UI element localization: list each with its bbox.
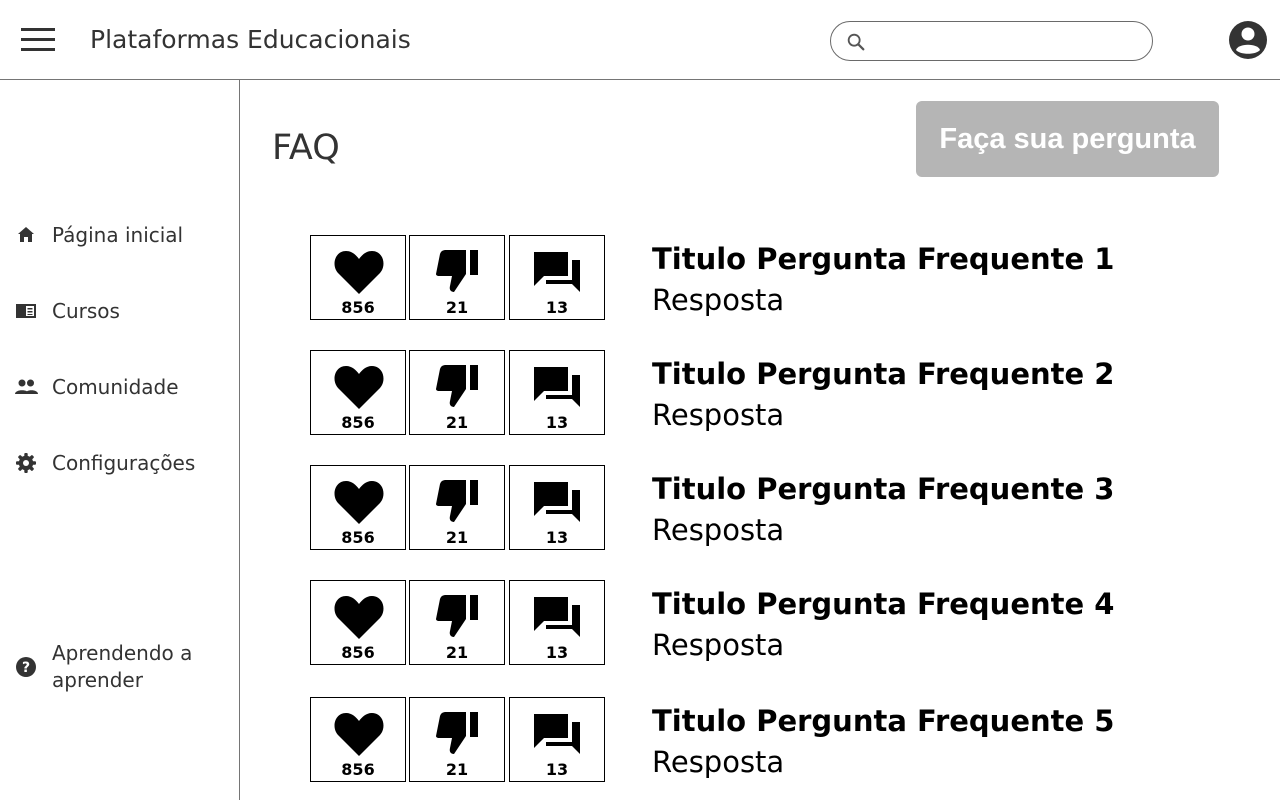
people-icon <box>12 373 40 401</box>
sidebar-item-learning[interactable]: ? Aprendendo a aprender <box>12 637 232 697</box>
app-title: Plataformas Educacionais <box>90 25 411 54</box>
faq-answer: Resposta <box>652 283 785 317</box>
search-icon <box>847 33 865 51</box>
faq-item: 856 21 13 Titulo Pergunta Frequente 1 Re… <box>310 235 1210 321</box>
dislike-button[interactable]: 21 <box>409 580 505 665</box>
comments-button[interactable]: 13 <box>509 465 605 550</box>
like-button[interactable]: 856 <box>310 697 406 782</box>
faq-title[interactable]: Titulo Pergunta Frequente 2 <box>652 354 1114 394</box>
faq-item: 856 21 13 Titulo Pergunta Frequente 3 Re… <box>310 465 1210 551</box>
page-title: FAQ <box>272 128 340 168</box>
comments-button[interactable]: 13 <box>509 350 605 435</box>
heart-icon <box>334 481 384 524</box>
comment-count: 13 <box>545 298 569 317</box>
sidebar: Página inicial Cursos Comunidade Configu… <box>0 80 240 800</box>
gear-icon <box>12 449 40 477</box>
faq-title[interactable]: Titulo Pergunta Frequente 5 <box>652 701 1114 741</box>
dislike-count: 21 <box>445 413 469 432</box>
comments-icon <box>534 597 580 637</box>
faq-item: 856 21 13 Titulo Pergunta Frequente 2 Re… <box>310 350 1210 436</box>
app-header: Plataformas Educacionais <box>0 0 1280 80</box>
faq-item: 856 21 13 Titulo Pergunta Frequente 5 Re… <box>310 697 1210 783</box>
heart-icon <box>334 366 384 409</box>
comments-icon <box>534 367 580 407</box>
account-icon[interactable] <box>1227 19 1269 61</box>
faq-title[interactable]: Titulo Pergunta Frequente 4 <box>652 584 1114 624</box>
sidebar-item-settings[interactable]: Configurações <box>12 443 232 483</box>
comments-button[interactable]: 13 <box>509 235 605 320</box>
comment-count: 13 <box>545 528 569 547</box>
thumbs-down-icon <box>436 595 478 637</box>
faq-title[interactable]: Titulo Pergunta Frequente 1 <box>652 239 1114 279</box>
like-count: 856 <box>341 528 375 547</box>
book-icon <box>12 297 40 325</box>
like-count: 856 <box>341 413 375 432</box>
sidebar-item-label: Comunidade <box>52 374 179 399</box>
comment-count: 13 <box>545 413 569 432</box>
dislike-button[interactable]: 21 <box>409 350 505 435</box>
sidebar-item-courses[interactable]: Cursos <box>12 291 232 331</box>
dislike-count: 21 <box>445 760 469 779</box>
faq-item: 856 21 13 Titulo Pergunta Frequente 4 Re… <box>310 580 1210 666</box>
thumbs-down-icon <box>436 480 478 522</box>
faq-answer: Resposta <box>652 745 785 779</box>
help-icon: ? <box>12 653 40 681</box>
dislike-button[interactable]: 21 <box>409 697 505 782</box>
dislike-count: 21 <box>445 298 469 317</box>
dislike-button[interactable]: 21 <box>409 235 505 320</box>
faq-answer: Resposta <box>652 513 785 547</box>
comments-button[interactable]: 13 <box>509 697 605 782</box>
thumbs-down-icon <box>436 250 478 292</box>
sidebar-item-label: Configurações <box>52 450 196 475</box>
dislike-count: 21 <box>445 528 469 547</box>
comments-button[interactable]: 13 <box>509 580 605 665</box>
faq-answer: Resposta <box>652 398 785 432</box>
sidebar-item-label: Cursos <box>52 298 120 323</box>
search-box[interactable] <box>830 21 1153 61</box>
like-button[interactable]: 856 <box>310 350 406 435</box>
heart-icon <box>334 713 384 756</box>
heart-icon <box>334 251 384 294</box>
comment-count: 13 <box>545 643 569 662</box>
svg-text:?: ? <box>22 660 30 676</box>
like-button[interactable]: 856 <box>310 465 406 550</box>
sidebar-item-community[interactable]: Comunidade <box>12 367 232 407</box>
like-count: 856 <box>341 643 375 662</box>
search-input[interactable] <box>875 28 1140 56</box>
like-count: 856 <box>341 760 375 779</box>
like-button[interactable]: 856 <box>310 235 406 320</box>
thumbs-down-icon <box>436 365 478 407</box>
comments-icon <box>534 714 580 754</box>
comments-icon <box>534 482 580 522</box>
thumbs-down-icon <box>436 712 478 754</box>
heart-icon <box>334 596 384 639</box>
like-count: 856 <box>341 298 375 317</box>
sidebar-item-label: Aprendendo a aprender <box>52 641 193 692</box>
sidebar-item-home[interactable]: Página inicial <box>12 215 232 255</box>
dislike-count: 21 <box>445 643 469 662</box>
home-icon <box>12 221 40 249</box>
dislike-button[interactable]: 21 <box>409 465 505 550</box>
faq-answer: Resposta <box>652 628 785 662</box>
comments-icon <box>534 252 580 292</box>
comment-count: 13 <box>545 760 569 779</box>
like-button[interactable]: 856 <box>310 580 406 665</box>
faq-title[interactable]: Titulo Pergunta Frequente 3 <box>652 469 1114 509</box>
menu-icon[interactable] <box>18 22 58 58</box>
ask-question-button[interactable]: Faça sua pergunta <box>916 101 1219 177</box>
sidebar-item-label: Página inicial <box>52 222 184 247</box>
